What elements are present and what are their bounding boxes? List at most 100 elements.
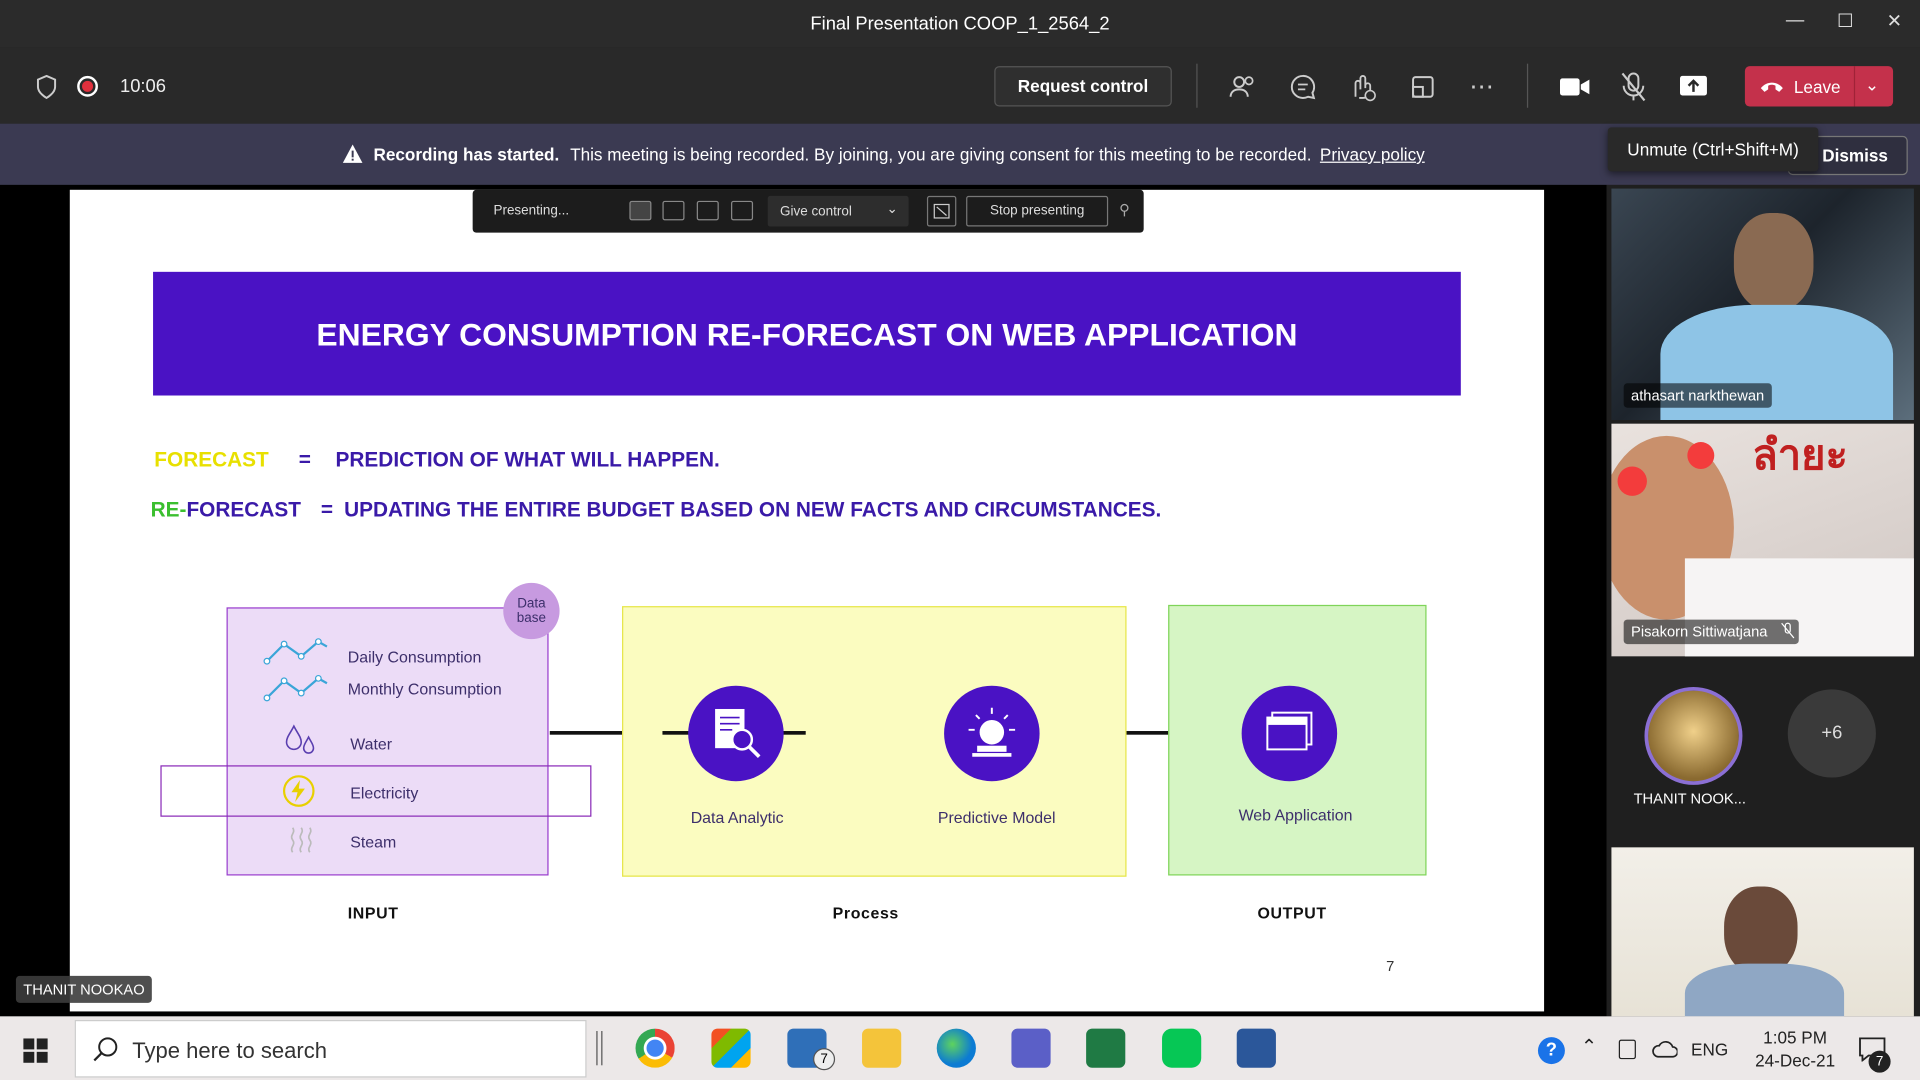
chevron-up-icon[interactable]: ⌃	[1581, 1035, 1597, 1059]
windows-start-icon[interactable]	[23, 1038, 48, 1063]
pop-out-icon[interactable]	[926, 195, 957, 227]
windows-taskbar: Type here to search 7 ? ⌃ ENG 1:05 PM 24-…	[0, 1016, 1920, 1080]
line-chart-icon	[263, 674, 328, 702]
banner-title: Recording has started.	[373, 144, 560, 165]
chevron-down-icon: ⌄	[886, 202, 898, 217]
database-badge: Data base	[503, 582, 560, 640]
task-view-icon[interactable]	[596, 1031, 603, 1066]
request-control-button[interactable]: Request control	[994, 66, 1172, 107]
recording-icon	[77, 75, 98, 97]
banner-text: This meeting is being recorded. By joini…	[570, 144, 1312, 165]
web-application-icon	[1241, 685, 1338, 782]
mic-muted-icon	[1781, 622, 1795, 639]
window-title: Final Presentation COOP_1_2564_2	[810, 13, 1110, 35]
line-icon[interactable]	[1162, 1028, 1202, 1068]
process-data-analytic: Data Analytic	[690, 808, 784, 827]
leave-button[interactable]: Leave ⌄	[1744, 66, 1894, 107]
more-participants-button[interactable]: +6	[1787, 689, 1876, 778]
video-tile[interactable]: athasart narkthewan	[1611, 188, 1914, 421]
unmute-tooltip: Unmute (Ctrl+Shift+M)	[1607, 127, 1819, 172]
shield-icon	[36, 74, 57, 100]
mic-muted-icon[interactable]	[1619, 71, 1648, 103]
meeting-timer: 10:06	[120, 75, 166, 97]
forecast-term: FORECAST	[154, 448, 269, 472]
participant-name: athasart narkthewan	[1623, 383, 1772, 408]
presenting-status: Presenting...	[493, 203, 570, 218]
minimize-icon[interactable]: —	[1779, 10, 1811, 37]
output-web-application: Web Application	[1238, 805, 1353, 825]
layout-reporter-icon[interactable]	[731, 200, 754, 221]
word-icon[interactable]	[1236, 1028, 1276, 1068]
presenter-name-chip: THANIT NOOKAO	[15, 975, 152, 1003]
excel-icon[interactable]	[1086, 1028, 1126, 1068]
camera-icon[interactable]	[1559, 73, 1591, 100]
edge-icon[interactable]	[936, 1028, 976, 1068]
video-tile[interactable]	[1611, 847, 1914, 1017]
meeting-toolbar: 10:06 Request control ⋯ Leave ⌄	[0, 47, 1920, 124]
data-analytic-icon	[688, 685, 784, 782]
give-control-dropdown[interactable]: Give control ⌄	[767, 195, 909, 227]
water-drops-icon	[285, 724, 315, 754]
input-daily: Daily Consumption	[347, 647, 482, 667]
hangup-icon	[1760, 82, 1783, 92]
sticker-overlay: ลำยะ	[1752, 432, 1848, 479]
slide-title: ENERGY CONSUMPTION RE-FORECAST ON WEB AP…	[316, 315, 1298, 353]
chrome-icon[interactable]	[635, 1028, 675, 1068]
lightning-icon	[282, 775, 315, 807]
taskbar-search-box[interactable]: Type here to search	[74, 1020, 587, 1078]
process-predictive-model: Predictive Model	[937, 808, 1056, 827]
forecast-definition: PREDICTION OF WHAT WILL HAPPEN.	[335, 448, 720, 472]
clock[interactable]: 1:05 PM 24-Dec-21	[1739, 1026, 1852, 1073]
file-explorer-icon[interactable]	[862, 1028, 902, 1068]
avatar[interactable]	[1644, 686, 1743, 785]
pin-icon[interactable]: ⚲	[1119, 201, 1130, 218]
input-electricity: Electricity	[350, 783, 419, 803]
slide: ENERGY CONSUMPTION RE-FORECAST ON WEB AP…	[69, 189, 1545, 1012]
share-screen-icon[interactable]	[1678, 73, 1710, 100]
video-tile[interactable]: ลำยะ Pisakorn Sittiwatjana	[1611, 423, 1914, 657]
steam-icon	[290, 827, 312, 853]
input-monthly: Monthly Consumption	[347, 679, 502, 698]
help-icon[interactable]: ?	[1537, 1037, 1565, 1065]
store-icon[interactable]	[711, 1028, 751, 1068]
leave-label: Leave	[1793, 77, 1841, 97]
def2-equals: =	[320, 498, 333, 522]
more-options-icon[interactable]: ⋯	[1467, 72, 1496, 101]
input-water: Water	[350, 734, 393, 754]
col-input: INPUT	[347, 903, 399, 923]
window-title-bar: Final Presentation COOP_1_2564_2 — ☐ ✕	[0, 0, 1920, 48]
stop-presenting-button[interactable]: Stop presenting	[966, 195, 1109, 227]
rooms-icon[interactable]	[1408, 72, 1437, 101]
warning-icon	[342, 144, 363, 163]
col-output: OUTPUT	[1257, 903, 1327, 923]
chevron-down-icon[interactable]: ⌄	[1865, 75, 1879, 96]
language-indicator[interactable]: ENG	[1691, 1040, 1728, 1060]
layout-standout-icon[interactable]	[662, 200, 685, 221]
slide-title-banner: ENERGY CONSUMPTION RE-FORECAST ON WEB AP…	[153, 271, 1461, 396]
participant-name: Pisakorn Sittiwatjana	[1623, 619, 1800, 645]
participants-icon[interactable]	[1228, 72, 1257, 101]
close-icon[interactable]: ✕	[1878, 10, 1910, 37]
predictive-model-icon	[944, 685, 1040, 782]
teams-icon[interactable]	[1011, 1028, 1051, 1068]
maximize-icon[interactable]: ☐	[1829, 10, 1861, 37]
privacy-policy-link[interactable]: Privacy policy	[1320, 144, 1425, 164]
col-process: Process	[832, 903, 899, 923]
mail-badge: 7	[813, 1048, 836, 1071]
reactions-icon[interactable]	[1347, 72, 1376, 102]
notification-badge: 7	[1868, 1050, 1891, 1073]
input-steam: Steam	[350, 832, 397, 852]
page-number: 7	[1386, 957, 1395, 975]
participants-panel: athasart narkthewan ลำยะ Pisakorn Sittiw…	[1606, 184, 1920, 1017]
layout-content-icon[interactable]	[629, 200, 652, 221]
participant-name: THANIT NOOK...	[1633, 789, 1746, 807]
reforecast-term: RE-FORECAST	[150, 498, 301, 522]
device-icon[interactable]	[1618, 1039, 1636, 1060]
search-icon	[93, 1037, 118, 1062]
line-chart-icon	[263, 638, 328, 665]
layout-side-icon[interactable]	[696, 200, 719, 221]
presentation-stage: ENERGY CONSUMPTION RE-FORECAST ON WEB AP…	[0, 184, 1607, 1017]
search-placeholder: Type here to search	[132, 1038, 328, 1063]
chat-icon[interactable]	[1288, 72, 1317, 101]
cloud-icon[interactable]	[1651, 1041, 1678, 1058]
